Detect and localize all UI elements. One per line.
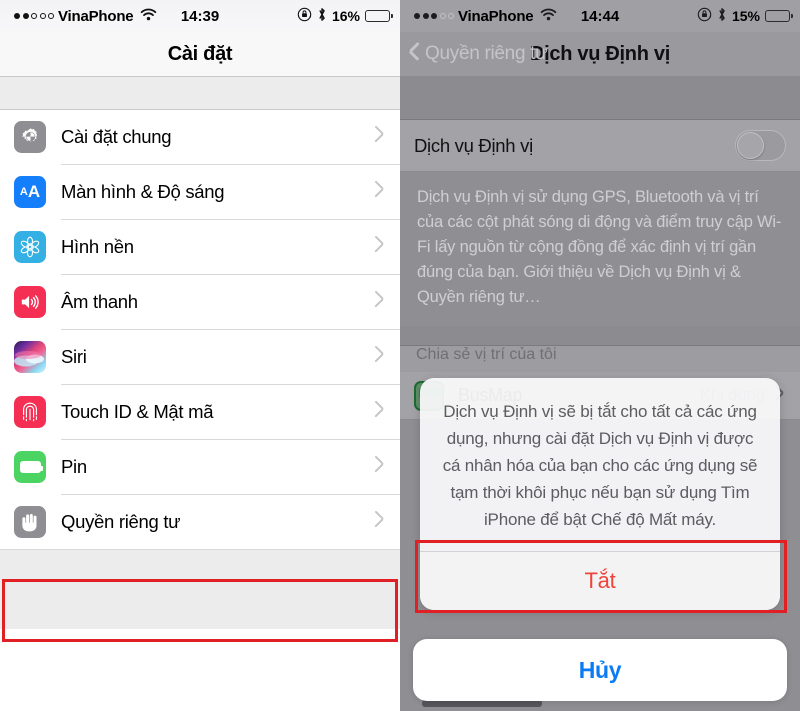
location-services-toggle-row[interactable]: Dịch vụ Định vị (400, 120, 800, 172)
chevron-right-icon (375, 514, 384, 530)
gear-icon (14, 121, 46, 153)
fingerprint-icon (14, 396, 46, 428)
page-title: Cài đặt (167, 42, 233, 65)
status-right-group: 15% (697, 7, 793, 26)
section-gap (400, 326, 800, 346)
hand-icon (14, 506, 46, 538)
battery-percent-label: 16% (331, 8, 360, 24)
signal-strength-dots (414, 13, 454, 19)
siri-icon (14, 341, 46, 373)
settings-row-label: Cài đặt chung (61, 126, 172, 147)
display-aa-icon: AA (14, 176, 46, 208)
settings-row-label: Quyền riêng tư (61, 511, 181, 532)
carrier-name: VinaPhone (458, 7, 534, 25)
back-button[interactable]: Quyền riêng tư (408, 43, 548, 65)
settings-row-display[interactable]: AA Màn hình & Độ sáng (0, 165, 400, 219)
settings-row-label: Âm thanh (61, 291, 138, 312)
screenshot-root: VinaPhone 14:39 16% Cài đặt Cài đặt chun… (0, 0, 800, 711)
chevron-right-icon (375, 459, 384, 475)
chevron-right-icon (375, 404, 384, 420)
chevron-right-icon (375, 294, 384, 310)
settings-row-label: Touch ID & Mật mã (61, 401, 214, 422)
rotation-lock-icon (297, 7, 312, 26)
nav-bar-right: Quyền riêng tư Dịch vụ Định vị (400, 32, 800, 76)
settings-row-label: Pin (61, 456, 87, 477)
settings-row-general[interactable]: Cài đặt chung (0, 110, 400, 164)
status-left-group: VinaPhone (414, 8, 557, 25)
location-services-description: Dịch vụ Định vị sử dụng GPS, Bluetooth v… (417, 188, 782, 306)
wifi-icon (540, 8, 557, 25)
settings-row-touchid[interactable]: Touch ID & Mật mã (0, 385, 400, 439)
battery-percent-label: 15% (731, 8, 760, 24)
nav-bar-left: Cài đặt (0, 32, 400, 76)
list-bottom-gap (0, 550, 400, 629)
rotation-lock-icon (697, 7, 712, 26)
signal-strength-dots (14, 13, 54, 19)
battery-icon (365, 10, 393, 22)
settings-list: Cài đặt chung AA Màn hình & Độ sáng Hình… (0, 110, 400, 550)
page-title: Dịch vụ Định vị (530, 42, 670, 65)
settings-row-label: Siri (61, 346, 87, 367)
left-phone-settings-screen: VinaPhone 14:39 16% Cài đặt Cài đặt chun… (0, 0, 400, 711)
content-top-gap (400, 76, 800, 120)
location-services-label: Dịch vụ Định vị (414, 134, 533, 156)
settings-row-wallpaper[interactable]: Hình nền (0, 220, 400, 274)
switch-knob (737, 131, 764, 159)
battery-icon (14, 451, 46, 483)
obscured-section-header: Chia sẻ vị trí của tôi (400, 346, 800, 372)
alert-cancel-button[interactable]: Hủy (413, 639, 787, 701)
settings-row-label: Hình nền (61, 236, 134, 257)
list-top-gap (0, 77, 400, 110)
speaker-icon (14, 286, 46, 318)
battery-icon (765, 10, 793, 22)
wifi-icon (140, 8, 157, 25)
sheet-shadow-accent (422, 700, 542, 707)
settings-row-label: Màn hình & Độ sáng (61, 181, 225, 202)
chevron-left-icon (408, 45, 419, 64)
settings-row-privacy[interactable]: Quyền riêng tư (0, 495, 400, 549)
turn-off-location-alert: Dịch vụ Định vị sẽ bị tắt cho tất cả các… (420, 378, 780, 610)
status-left-group: VinaPhone (14, 8, 157, 25)
status-bar-right: VinaPhone 14:44 15% (400, 0, 800, 32)
status-bar-left: VinaPhone 14:39 16% (0, 0, 400, 32)
chevron-right-icon (375, 129, 384, 145)
chevron-right-icon (375, 239, 384, 255)
chevron-right-icon (375, 184, 384, 200)
settings-row-siri[interactable]: Siri (0, 330, 400, 384)
right-phone-location-services-screen: VinaPhone 14:44 15% Quyền riêng tư Dịch … (400, 0, 800, 711)
back-button-label: Quyền riêng tư (425, 43, 548, 64)
wallpaper-icon (14, 231, 46, 263)
status-right-group: 16% (297, 7, 393, 26)
alert-message: Dịch vụ Định vị sẽ bị tắt cho tất cả các… (442, 402, 758, 529)
alert-confirm-button[interactable]: Tắt (420, 552, 780, 610)
settings-row-battery[interactable]: Pin (0, 440, 400, 494)
carrier-name: VinaPhone (58, 7, 134, 25)
settings-row-sounds[interactable]: Âm thanh (0, 275, 400, 329)
bluetooth-icon (317, 7, 327, 26)
chevron-right-icon (375, 349, 384, 365)
bluetooth-icon (717, 7, 727, 26)
location-services-switch[interactable] (735, 130, 786, 161)
